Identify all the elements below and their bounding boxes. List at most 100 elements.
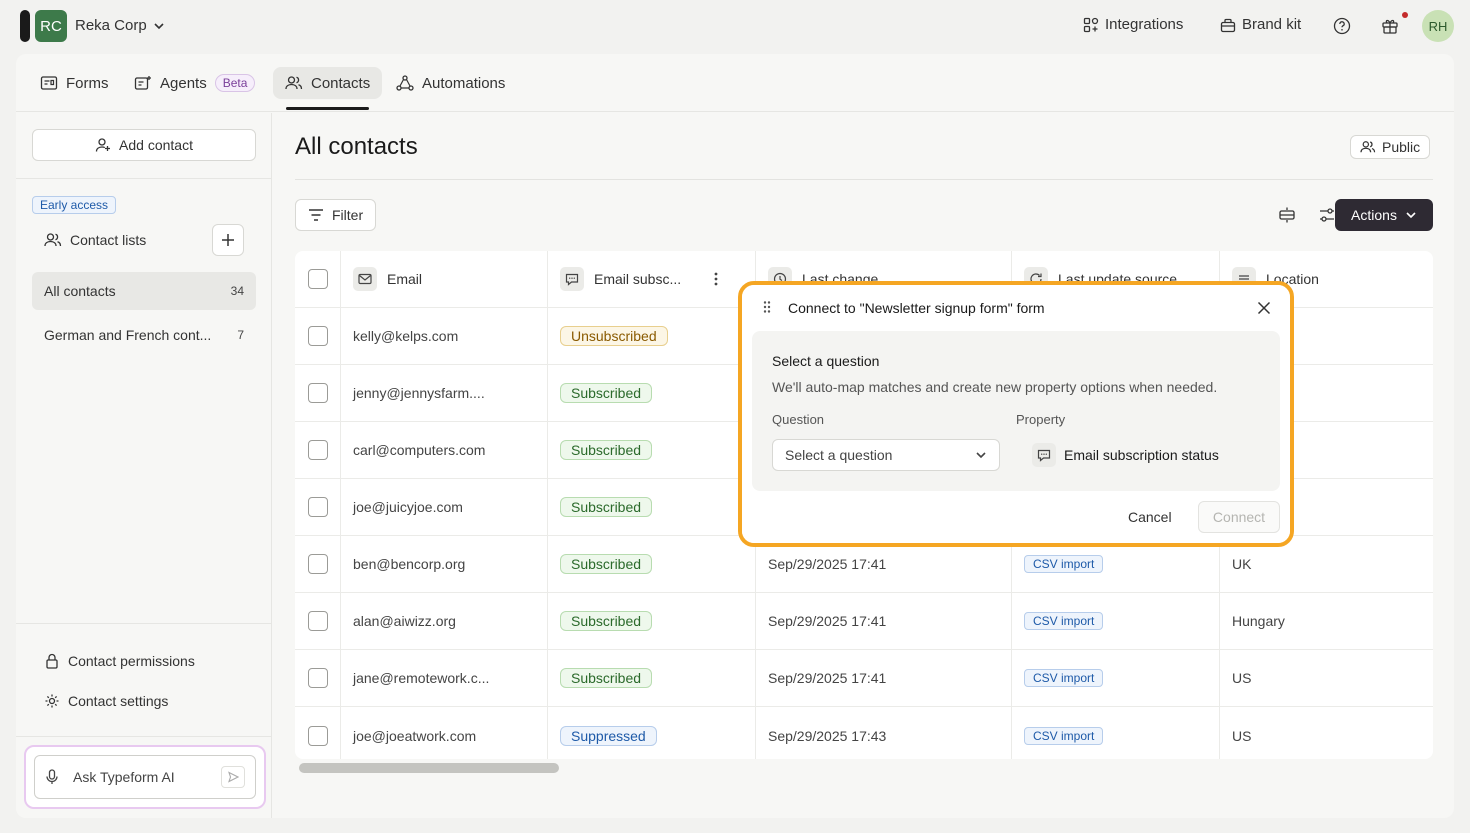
subscription-status-badge: Subscribed xyxy=(560,554,653,574)
workspace-switcher[interactable]: Reka Corp xyxy=(75,17,165,34)
contact-permissions-link[interactable]: Contact permissions xyxy=(32,642,256,680)
email-cell: jenny@jennysfarm.... xyxy=(341,365,548,421)
send-button[interactable] xyxy=(221,766,245,788)
source-badge: CSV import xyxy=(1024,669,1104,687)
more-vertical-icon[interactable] xyxy=(714,272,718,286)
sidebar-divider xyxy=(16,623,272,624)
subscription-status-badge: Unsubscribed xyxy=(560,326,668,346)
send-icon xyxy=(228,771,239,783)
row-checkbox[interactable] xyxy=(307,554,328,574)
ask-ai-input[interactable]: Ask Typeform AI xyxy=(34,755,256,799)
source-badge: CSV import xyxy=(1024,726,1104,745)
subscription-status-badge: Subscribed xyxy=(560,383,653,403)
source-cell: CSV import xyxy=(1012,707,1220,759)
drag-handle-icon[interactable] xyxy=(762,300,772,314)
contact-settings-link[interactable]: Contact settings xyxy=(32,682,256,720)
add-user-icon xyxy=(95,138,111,152)
row-checkbox[interactable] xyxy=(307,611,328,631)
tab-agents[interactable]: Agents Beta xyxy=(122,67,267,99)
contact-settings-label: Contact settings xyxy=(68,693,169,709)
chevron-down-icon xyxy=(154,22,164,29)
cancel-button[interactable]: Cancel xyxy=(1116,503,1184,531)
question-select-placeholder: Select a question xyxy=(785,447,893,463)
close-icon xyxy=(1257,301,1271,315)
table-row[interactable]: alan@aiwizz.org Subscribed Sep/29/2025 1… xyxy=(295,593,1433,650)
top-bar: RC Reka Corp Integrations Brand kit RH xyxy=(0,0,1470,52)
email-cell: alan@aiwizz.org xyxy=(341,593,548,649)
column-label: Email subsc... xyxy=(594,271,682,287)
filter-icon xyxy=(309,209,323,221)
source-badge: CSV import xyxy=(1024,612,1104,630)
sidebar-item-german-french[interactable]: German and French cont... 7 xyxy=(32,316,256,354)
visibility-button[interactable]: Public xyxy=(1350,135,1431,159)
email-cell: carl@computers.com xyxy=(341,422,548,478)
subscription-status-badge: Suppressed xyxy=(560,725,657,746)
tab-forms[interactable]: Forms xyxy=(28,67,121,99)
subscription-status-badge: Subscribed xyxy=(560,497,653,517)
row-checkbox[interactable] xyxy=(307,440,328,460)
column-label: Email xyxy=(387,271,423,287)
connect-button[interactable]: Connect xyxy=(1198,501,1280,533)
subscription-cell: Subscribed xyxy=(548,650,756,706)
horizontal-scrollbar[interactable] xyxy=(299,763,559,773)
integrations-icon xyxy=(1083,17,1099,32)
contact-lists-label: Contact lists xyxy=(70,232,147,248)
public-label: Public xyxy=(1382,139,1421,155)
table-row[interactable]: jane@remotework.c... Subscribed Sep/29/2… xyxy=(295,650,1433,707)
sidebar-divider xyxy=(16,178,272,179)
sidebar-divider xyxy=(16,736,272,737)
row-checkbox[interactable] xyxy=(307,725,328,746)
close-button[interactable] xyxy=(1254,298,1274,318)
sidebar-item-all-contacts[interactable]: All contacts 34 xyxy=(32,272,256,310)
subscription-cell: Subscribed xyxy=(548,365,756,421)
row-height-button[interactable] xyxy=(1277,205,1297,225)
integrations-link[interactable]: Integrations xyxy=(1083,16,1183,33)
row-checkbox[interactable] xyxy=(307,383,328,403)
row-checkbox-cell xyxy=(295,365,341,421)
people-icon xyxy=(1360,141,1376,153)
tab-agents-label: Agents xyxy=(160,74,207,92)
subscription-cell: Subscribed xyxy=(548,479,756,535)
table-row[interactable]: joe@joeatwork.com Suppressed Sep/29/2025… xyxy=(295,707,1433,759)
question-select[interactable]: Select a question xyxy=(772,439,1000,471)
subscription-cell: Subscribed xyxy=(548,536,756,592)
row-checkbox[interactable] xyxy=(307,668,328,688)
tab-contacts[interactable]: Contacts xyxy=(273,67,383,99)
row-checkbox[interactable] xyxy=(307,497,328,517)
select-all-checkbox[interactable] xyxy=(307,269,328,289)
property-value-label: Email subscription status xyxy=(1064,447,1219,463)
tab-bar: Forms Agents Beta Contacts Automations xyxy=(16,54,1454,112)
panel-description: We'll auto-map matches and create new pr… xyxy=(772,379,1218,395)
list-label: German and French cont... xyxy=(44,327,212,343)
row-checkbox[interactable] xyxy=(307,326,328,346)
ask-ai-panel: Ask Typeform AI xyxy=(24,745,266,809)
help-button[interactable] xyxy=(1332,16,1352,36)
typeform-logo[interactable] xyxy=(20,10,30,42)
sliders-icon xyxy=(1320,208,1334,222)
active-tab-indicator xyxy=(286,107,369,110)
workspace-avatar[interactable]: RC xyxy=(35,10,67,42)
user-avatar[interactable]: RH xyxy=(1422,10,1454,42)
add-contact-button[interactable]: Add contact xyxy=(32,129,256,161)
chevron-down-icon xyxy=(976,452,986,459)
microphone-icon[interactable] xyxy=(45,769,59,785)
email-cell: joe@juicyjoe.com xyxy=(341,479,548,535)
column-header-email[interactable]: Email xyxy=(341,251,548,307)
contacts-icon xyxy=(44,233,62,247)
tab-contacts-label: Contacts xyxy=(311,74,371,92)
chevron-down-icon xyxy=(1406,212,1416,219)
workspace-name: Reka Corp xyxy=(75,17,147,34)
column-header-email-subscription[interactable]: Email subsc... xyxy=(548,251,756,307)
tab-automations[interactable]: Automations xyxy=(384,67,517,99)
brand-kit-link[interactable]: Brand kit xyxy=(1220,16,1301,33)
whats-new-button[interactable] xyxy=(1380,16,1400,36)
filter-button[interactable]: Filter xyxy=(295,199,377,231)
source-cell: CSV import xyxy=(1012,650,1220,706)
actions-button[interactable]: Actions xyxy=(1335,199,1433,231)
beta-badge: Beta xyxy=(214,74,256,92)
add-list-button[interactable] xyxy=(212,224,244,256)
tab-forms-label: Forms xyxy=(66,74,109,92)
view-settings-button[interactable] xyxy=(1317,205,1337,225)
email-cell: joe@joeatwork.com xyxy=(341,707,548,759)
subscription-cell: Subscribed xyxy=(548,422,756,478)
